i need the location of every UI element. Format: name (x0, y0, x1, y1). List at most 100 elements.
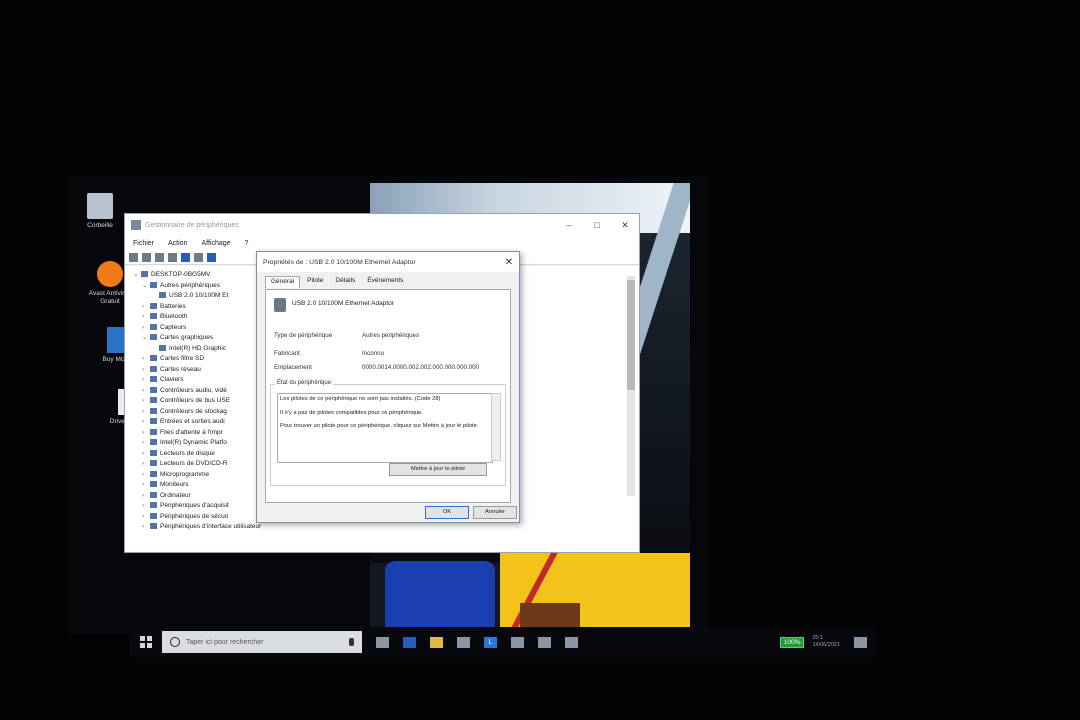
task-view-icon[interactable] (376, 636, 389, 648)
tree-node[interactable]: › Contrôleurs de stockag (133, 407, 261, 418)
clock[interactable]: 20:1 14/06/2021 (812, 635, 840, 649)
chevron-right-icon[interactable]: › (142, 438, 150, 449)
device-manager-taskbar-icon[interactable] (538, 636, 551, 648)
chevron-right-icon[interactable]: › (142, 522, 150, 533)
chevron-right-icon[interactable]: › (142, 407, 150, 418)
menu-action[interactable]: Action (168, 240, 187, 247)
help-icon[interactable] (181, 252, 190, 262)
tree-node[interactable]: › Périphériques d'interface utilisateur (133, 522, 261, 533)
chevron-right-icon[interactable]: › (142, 459, 150, 470)
menu-help[interactable]: ? (245, 240, 249, 247)
chevron-right-icon[interactable]: › (142, 396, 150, 407)
launcher-icon[interactable]: L (484, 636, 497, 648)
battery-indicator[interactable]: 100% (779, 636, 805, 648)
tree-node-label: Capteurs (160, 323, 187, 331)
start-button[interactable] (140, 636, 152, 648)
maximize-button[interactable]: □ (583, 220, 611, 231)
tree-node[interactable]: ⌄ Autres périphériques (133, 281, 261, 292)
chevron-right-icon[interactable]: › (142, 501, 150, 512)
tree-node-label: Batteries (160, 302, 186, 310)
chevron-right-icon[interactable]: › (142, 512, 150, 523)
chevron-right-icon[interactable]: › (142, 470, 150, 481)
properties-icon[interactable] (155, 252, 164, 262)
chevron-right-icon[interactable]: › (142, 323, 150, 334)
search-box[interactable]: Taper ici pour rechercher (162, 631, 362, 653)
tree-node[interactable]: › Cartes réseau (133, 365, 261, 376)
device-status-textbox[interactable]: Les pilotes de ce périphérique ne sont p… (277, 393, 501, 463)
view-icon[interactable] (168, 252, 177, 262)
tree-node[interactable]: › Périphériques d'acquisit (133, 501, 261, 512)
tree-node[interactable]: › Contrôleurs de bus USE (133, 396, 261, 407)
ok-button[interactable]: OK (425, 506, 469, 519)
tree-node[interactable]: › Cartes filtre SD (133, 354, 261, 365)
tab-events[interactable]: Événements (362, 276, 408, 288)
scrollbar-thumb[interactable] (627, 280, 635, 390)
tree-node[interactable]: › Contrôleurs audio, vidé (133, 386, 261, 397)
menu-file[interactable]: Fichier (133, 240, 154, 247)
chevron-right-icon[interactable]: › (142, 428, 150, 439)
dialog-title: Propriétés de : USB 2.0 10/100M Ethernet… (263, 258, 416, 266)
status-scrollbar[interactable] (491, 393, 501, 461)
tree-node[interactable]: › Intel(R) Dynamic Platfo (133, 438, 261, 449)
store-icon[interactable] (457, 636, 470, 648)
tree-node[interactable]: › Entrées et sorties audi (133, 417, 261, 428)
chevron-right-icon[interactable]: › (142, 312, 150, 323)
chevron-right-icon[interactable]: › (142, 365, 150, 376)
chevron-down-icon[interactable]: ⌄ (142, 333, 150, 344)
back-icon[interactable] (129, 252, 138, 262)
tree-node[interactable]: › Claviers (133, 375, 261, 386)
chevron-right-icon[interactable]: › (142, 302, 150, 313)
notifications-icon[interactable] (854, 636, 867, 648)
scrollbar[interactable] (627, 276, 635, 496)
cancel-button[interactable]: Annuler (473, 506, 517, 519)
chevron-right-icon[interactable]: › (142, 417, 150, 428)
tree-node[interactable]: › Ordinateur (133, 491, 261, 502)
tree-node-label: Bluetooth (160, 313, 188, 320)
tree-node-label: Cartes graphiques (160, 334, 214, 341)
chevron-right-icon[interactable]: › (142, 480, 150, 491)
edge-icon[interactable] (403, 636, 416, 648)
chevron-right-icon[interactable]: › (142, 491, 150, 502)
close-button[interactable]: ✕ (611, 220, 639, 231)
tree-node[interactable]: ⌄ DESKTOP-0BG5MV (133, 270, 261, 281)
tree-node[interactable]: › Batteries (133, 302, 261, 313)
device-category-icon (150, 313, 157, 320)
minimize-button[interactable]: – (555, 220, 583, 231)
tab-driver[interactable]: Pilote (302, 276, 328, 288)
tree-node[interactable]: Intel(R) HD Graphic (133, 344, 261, 355)
tree-node[interactable]: › Lecteurs de DVD/CD-R (133, 459, 261, 470)
network-icon[interactable] (565, 636, 578, 648)
tree-node[interactable]: › Files d'attente à l'impr (133, 428, 261, 439)
tree-node[interactable]: ⌄ Cartes graphiques (133, 333, 261, 344)
chevron-down-icon[interactable]: ⌄ (133, 270, 141, 281)
device-category-icon (150, 355, 157, 362)
tree-node[interactable]: › Périphériques de sécuri (133, 512, 261, 523)
tree-node-label: USB 2.0 10/100M Et (169, 292, 229, 299)
desktop-icon-recycle-bin[interactable]: Corbeille (72, 193, 128, 230)
title-bar[interactable]: Gestionnaire de périphériques – □ ✕ (125, 214, 639, 236)
chevron-right-icon[interactable]: › (142, 375, 150, 386)
chevron-right-icon[interactable]: › (142, 449, 150, 460)
tree-node-label: Ordinateur (160, 491, 191, 499)
menu-view[interactable]: Affichage (201, 240, 230, 247)
app-icon[interactable] (511, 636, 524, 648)
microphone-icon[interactable] (349, 638, 354, 646)
dialog-close-icon[interactable]: ✕ (499, 257, 519, 268)
tree-node[interactable]: USB 2.0 10/100M Et (133, 291, 261, 302)
tab-general[interactable]: Général (265, 276, 301, 288)
chevron-right-icon[interactable]: › (142, 354, 150, 365)
forward-icon[interactable] (142, 252, 151, 262)
chevron-down-icon[interactable]: ⌄ (142, 281, 150, 292)
scan-icon[interactable] (207, 252, 216, 262)
update-driver-button[interactable]: Mettre à jour le pilote (389, 463, 487, 476)
tree-node[interactable]: › Lecteurs de disque (133, 449, 261, 460)
chevron-right-icon[interactable]: › (142, 386, 150, 397)
tree-node[interactable]: › Moniteurs (133, 480, 261, 491)
tree-node[interactable]: › Capteurs (133, 323, 261, 334)
tree-node[interactable]: › Bluetooth (133, 312, 261, 323)
file-explorer-icon[interactable] (430, 636, 443, 648)
update-driver-icon[interactable] (194, 252, 203, 262)
dialog-title-bar[interactable]: Propriétés de : USB 2.0 10/100M Ethernet… (257, 252, 519, 272)
tab-details[interactable]: Détails (330, 276, 360, 288)
tree-node[interactable]: › Microprogramme (133, 470, 261, 481)
